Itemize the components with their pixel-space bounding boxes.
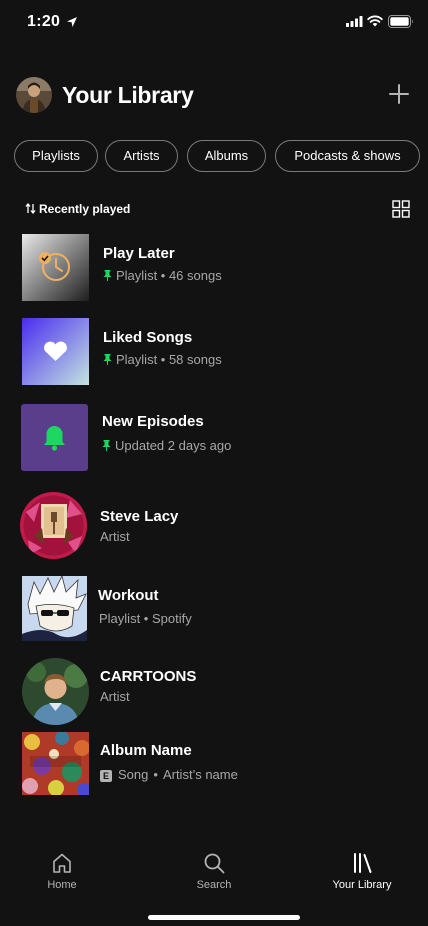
grid-view-icon[interactable]	[392, 200, 410, 218]
cellular-signal-icon	[346, 16, 363, 27]
item-subtitle-text: Playlist • 58 songs	[116, 352, 222, 367]
sort-arrows-icon[interactable]	[25, 203, 36, 214]
page-title: Your Library	[62, 82, 194, 108]
item-subtitle: Playlist • 58 songs	[103, 352, 222, 367]
artist-photo	[20, 492, 87, 559]
item-subtitle: Updated 2 days ago	[102, 438, 231, 453]
profile-avatar[interactable]	[16, 77, 52, 113]
list-item[interactable]: Liked Songs Playlist • 58 songs	[0, 318, 428, 386]
sort-label[interactable]: Recently played	[39, 202, 130, 216]
search-icon	[204, 853, 225, 874]
item-title: CARRTOONS	[100, 668, 197, 685]
item-subtitle: Artist	[100, 529, 130, 544]
plus-icon[interactable]	[388, 83, 410, 105]
item-subtitle: Artist	[100, 689, 130, 704]
item-title: Play Later	[103, 245, 175, 262]
explicit-badge: E	[100, 770, 112, 782]
library-header: Your Library	[16, 76, 412, 116]
location-arrow-icon	[67, 17, 77, 27]
bottom-nav: Home Search Your Library	[0, 842, 428, 926]
list-item[interactable]: Steve Lacy Artist	[0, 492, 428, 560]
nav-search-label: Search	[196, 879, 232, 891]
artist-photo	[22, 658, 89, 725]
list-item[interactable]: Album Name E Song • Artist’s name	[0, 732, 428, 800]
list-item[interactable]: New Episodes Updated 2 days ago	[0, 404, 428, 472]
anime-cover-art	[22, 576, 87, 641]
item-subtitle-text: Playlist • 46 songs	[116, 268, 222, 283]
sort-row: Recently played	[22, 198, 410, 220]
home-icon	[53, 853, 71, 873]
clock-icon	[22, 234, 89, 301]
bell-icon	[21, 404, 88, 471]
list-item[interactable]: CARRTOONS Artist	[0, 658, 428, 726]
list-item[interactable]: Workout Playlist • Spotify	[0, 576, 428, 644]
item-subtitle-artist: Artist’s name	[162, 767, 238, 782]
list-item[interactable]: Play Later Playlist • 46 songs	[0, 234, 428, 302]
chip-podcasts-shows[interactable]: Podcasts & shows	[275, 140, 420, 172]
item-title: Liked Songs	[103, 329, 193, 346]
nav-search[interactable]: Search	[169, 852, 259, 902]
pin-icon	[103, 354, 112, 365]
pin-icon	[103, 270, 112, 281]
nav-your-library[interactable]: Your Library	[317, 852, 407, 902]
battery-icon	[388, 15, 413, 28]
item-subtitle-text: Updated 2 days ago	[115, 438, 232, 453]
item-title: Workout	[98, 587, 159, 604]
wifi-icon	[367, 15, 383, 27]
status-bar: 1:20	[0, 0, 428, 44]
status-time: 1:20	[27, 13, 61, 30]
chip-albums[interactable]: Albums	[187, 140, 266, 172]
album-cover-art	[22, 732, 89, 795]
nav-home[interactable]: Home	[17, 852, 107, 902]
library-icon	[354, 853, 372, 873]
nav-your-library-label: Your Library	[332, 879, 392, 891]
item-subtitle: Playlist • 46 songs	[103, 268, 222, 283]
home-indicator	[148, 915, 300, 920]
item-subtitle: E Song • Artist’s name	[100, 767, 238, 782]
item-title: Album Name	[100, 742, 192, 759]
item-title: Steve Lacy	[100, 508, 179, 525]
item-subtitle: Playlist • Spotify	[99, 611, 192, 626]
pin-icon	[102, 440, 111, 451]
nav-home-label: Home	[47, 879, 77, 891]
separator-dot: •	[153, 767, 158, 782]
filter-chips: Playlists Artists Albums Podcasts & show…	[14, 140, 428, 172]
chip-artists[interactable]: Artists	[105, 140, 178, 172]
chip-playlists[interactable]: Playlists	[14, 140, 98, 172]
heart-icon	[22, 318, 89, 385]
item-title: New Episodes	[102, 413, 204, 430]
item-subtitle-type: Song	[118, 767, 149, 782]
